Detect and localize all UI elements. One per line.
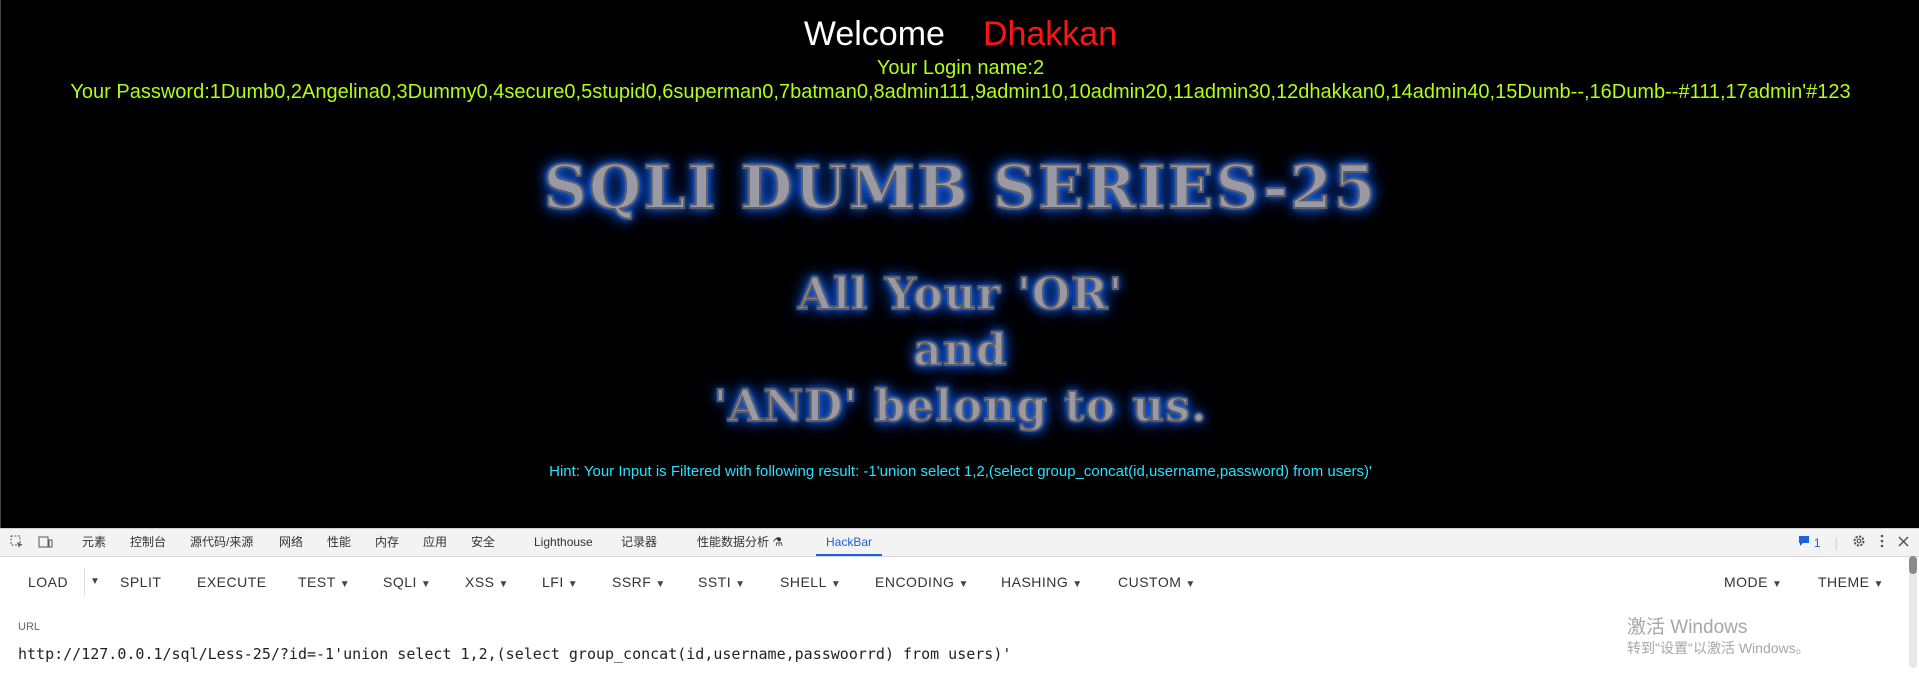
- chevron-down-icon: ▼: [1873, 579, 1884, 590]
- activate-windows-title: 激活 Windows: [1627, 617, 1748, 638]
- inspect-icon[interactable]: [8, 533, 26, 551]
- chevron-down-icon: ▼: [1072, 579, 1083, 590]
- more-icon[interactable]: [1880, 534, 1884, 551]
- user-name: Dhakkan: [982, 15, 1118, 53]
- ssti-label: SSTI: [698, 574, 732, 590]
- issues-count: 1: [1813, 535, 1821, 550]
- tab-sources[interactable]: 源代码/来源: [190, 529, 253, 556]
- tab-application[interactable]: 应用: [423, 529, 447, 556]
- ssti-menu-button[interactable]: SSTI ▼: [698, 572, 746, 592]
- mode-label: MODE: [1724, 574, 1768, 590]
- theme-label: THEME: [1818, 574, 1870, 590]
- chevron-down-icon: ▼: [567, 579, 579, 590]
- execute-button[interactable]: EXECUTE: [197, 572, 267, 592]
- encoding-label: ENCODING: [875, 574, 955, 590]
- sqli-menu-button[interactable]: SQLI ▼: [383, 572, 431, 592]
- device-toggle-icon[interactable]: [36, 533, 54, 551]
- banner-title: SQLI DUMB SERIES-25: [543, 152, 1378, 224]
- chevron-down-icon: ▼: [1772, 579, 1783, 590]
- tab-lighthouse[interactable]: Lighthouse: [534, 529, 593, 556]
- custom-label: CUSTOM: [1118, 574, 1182, 590]
- chevron-down-icon: ▼: [735, 579, 746, 590]
- chevron-down-icon: ▼: [339, 579, 351, 590]
- hackbar-toolbar: LOAD ▼ SPLIT EXECUTE TEST ▼ SQLI ▼ XSS ▼ LF…: [0, 557, 1919, 607]
- tagline-line-2: and: [912, 324, 1008, 377]
- activate-windows-subtitle: 转到"设置"以激活 Windows。: [1627, 640, 1810, 656]
- chevron-down-icon: ▼: [830, 579, 842, 590]
- tab-recorder[interactable]: 记录器: [621, 529, 657, 556]
- chevron-down-icon: ▼: [1185, 579, 1196, 590]
- tagline-line-3: 'AND' belong to us.: [713, 380, 1208, 433]
- load-divider: [84, 568, 85, 596]
- devtools-tabbar: 元素 控制台 源代码/来源 网络 性能 内存 应用 安全 Lighthouse …: [0, 529, 1919, 557]
- tab-elements[interactable]: 元素: [82, 529, 106, 556]
- issues-icon: [1798, 535, 1810, 550]
- tab-console[interactable]: 控制台: [130, 529, 166, 556]
- split-button[interactable]: SPLIT: [120, 572, 161, 592]
- page-viewport: Welcome Dhakkan Your Login name:2 Your Pa…: [0, 0, 1919, 528]
- url-input[interactable]: [18, 643, 1518, 665]
- welcome-word: Welcome: [803, 15, 945, 53]
- ssrf-menu-button[interactable]: SSRF ▼: [612, 572, 666, 592]
- shell-menu-button[interactable]: SHELL ▼: [780, 572, 841, 592]
- test-label: TEST: [298, 574, 336, 590]
- xss-label: XSS: [465, 574, 495, 590]
- tagline-line-1: All Your 'OR': [797, 268, 1124, 321]
- tab-memory[interactable]: 内存: [375, 529, 399, 556]
- xss-menu-button[interactable]: XSS ▼: [465, 572, 509, 592]
- chevron-down-icon: ▼: [498, 579, 509, 590]
- hint-text: Hint: Your Input is Filtered with follow…: [549, 463, 1372, 480]
- chevron-down-icon: ▼: [958, 579, 969, 590]
- hashing-menu-button[interactable]: HASHING ▼: [1001, 572, 1083, 592]
- chevron-down-icon: ▼: [655, 579, 666, 590]
- load-dropdown-icon[interactable]: ▼: [90, 572, 100, 592]
- devtools-right-controls: 1 |: [1798, 529, 1909, 556]
- encoding-menu-button[interactable]: ENCODING ▼: [875, 572, 969, 592]
- close-icon[interactable]: [1898, 535, 1909, 550]
- chevron-down-icon: ▼: [420, 579, 432, 590]
- tab-security[interactable]: 安全: [471, 529, 495, 556]
- tab-performance-insights[interactable]: 性能数据分析 ⚗: [697, 529, 783, 556]
- tab-network[interactable]: 网络: [279, 529, 303, 556]
- ssrf-label: SSRF: [612, 574, 652, 590]
- login-name-text: Your Login name:2: [876, 57, 1045, 79]
- shell-label: SHELL: [780, 574, 827, 590]
- lfi-menu-button[interactable]: LFI ▼: [542, 572, 578, 592]
- custom-menu-button[interactable]: CUSTOM ▼: [1118, 572, 1196, 592]
- test-menu-button[interactable]: TEST ▼: [298, 572, 350, 592]
- tab-performance[interactable]: 性能: [327, 529, 351, 556]
- load-button[interactable]: LOAD: [28, 572, 68, 592]
- scrollbar-thumb[interactable]: [1909, 556, 1917, 574]
- tab-hackbar[interactable]: HackBar: [816, 529, 883, 556]
- password-text: Your Password:1Dumb0,2Angelina0,3Dummy0,…: [70, 81, 1851, 103]
- theme-menu-button[interactable]: THEME ▼: [1818, 572, 1884, 592]
- hashing-label: HASHING: [1001, 574, 1069, 590]
- mode-menu-button[interactable]: MODE ▼: [1724, 572, 1782, 592]
- toolbar-divider: |: [1834, 535, 1838, 550]
- url-label: URL: [18, 621, 41, 633]
- lfi-label: LFI: [542, 574, 564, 590]
- settings-icon[interactable]: [1852, 534, 1866, 551]
- welcome-line: Welcome Dhakkan: [1, 12, 1919, 56]
- sqli-label: SQLI: [383, 574, 417, 590]
- issues-button[interactable]: 1: [1798, 535, 1821, 550]
